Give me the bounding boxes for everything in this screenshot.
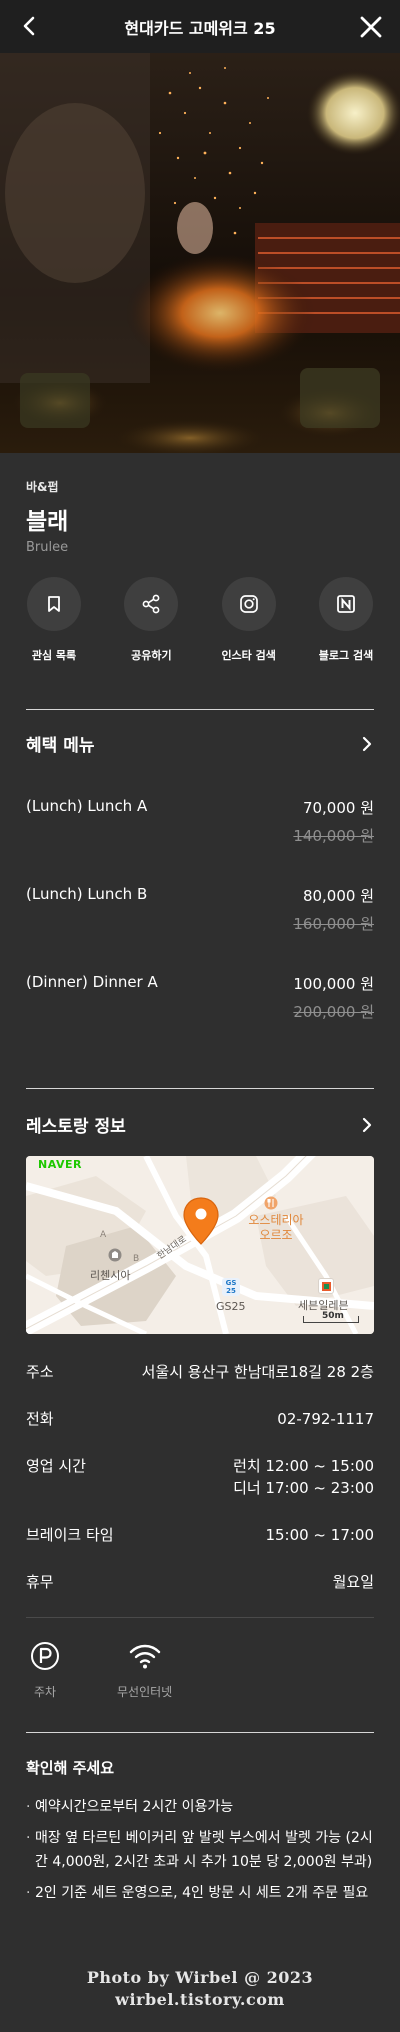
share-icon [142, 594, 160, 614]
bookmark-button-circle[interactable] [27, 577, 81, 631]
break-time-value: 15:00 ~ 17:00 [265, 1526, 374, 1544]
benefit-menu-title: 혜택 메뉴 [26, 736, 95, 756]
notice-item: 매장 옆 타르틴 베이커리 앞 발렛 부스에서 발렛 가능 (2시간 4,000… [26, 1826, 376, 1874]
amenity-wifi-label: 무선인터넷 [117, 1685, 173, 1699]
map-label-gs25: GS25 [216, 1300, 246, 1313]
address-label: 주소 [26, 1363, 54, 1381]
chevron-right-icon[interactable] [360, 736, 374, 752]
share-button[interactable]: 공유하기 [123, 577, 179, 663]
instagram-button-circle[interactable] [221, 577, 276, 631]
naver-blog-icon [337, 595, 355, 613]
location-pin-icon[interactable] [182, 1196, 220, 1246]
blog-button-circle[interactable] [318, 577, 373, 631]
map-poi-line2: 오르조 [259, 1228, 293, 1242]
menu-item-original-price: 200,000 원 [293, 1003, 374, 1021]
close-icon[interactable] [358, 14, 384, 40]
hours-label: 영업 시간 [26, 1457, 86, 1475]
menu-item-name: (Lunch) Lunch B [26, 885, 148, 903]
top-bar: 현대카드 고메위크 25 [0, 0, 400, 53]
page-title: 현대카드 고메위크 25 [124, 18, 276, 38]
amenity-parking: 주차 [30, 1641, 60, 1700]
blog-url-watermark: wirbel.tistory.com [115, 1990, 285, 2009]
bookmark-button[interactable]: 관심 목록 [26, 577, 82, 663]
restaurant-poi-icon [264, 1196, 278, 1210]
closed-day-value: 월요일 [332, 1573, 374, 1591]
map-marker-a: A [100, 1230, 107, 1240]
map-poi-line1: 오스테리아 [248, 1213, 304, 1227]
hero-photo [0, 53, 400, 453]
restaurant-info-section-header[interactable]: 레스토랑 정보 [26, 1112, 374, 1137]
parking-icon [31, 1642, 59, 1670]
seven-eleven-icon [318, 1278, 334, 1294]
menu-item-name: (Lunch) Lunch A [26, 797, 148, 815]
chevron-right-icon[interactable] [360, 1117, 374, 1133]
menu-item-name: (Dinner) Dinner A [26, 973, 158, 991]
back-arrow-icon[interactable] [18, 14, 42, 38]
section-divider [26, 1732, 374, 1733]
hours-value: 런치 12:00 ~ 15:00 디너 17:00 ~ 23:00 [233, 1455, 374, 1499]
photo-credit-watermark: Photo by Wirbel @ 2023 [86, 1968, 314, 1987]
hours-dinner: 디너 17:00 ~ 23:00 [233, 1479, 374, 1497]
menu-item-price: 100,000 원 [293, 975, 374, 993]
share-label: 공유하기 [131, 649, 172, 662]
menu-item-price: 70,000 원 [302, 799, 374, 817]
instagram-label: 인스타 검색 [221, 649, 276, 662]
map-provider-logo: NAVER [38, 1158, 82, 1171]
address-value[interactable]: 서울시 용산구 한남대로18길 28 2층 [142, 1361, 374, 1383]
instagram-search-button[interactable]: 인스타 검색 [221, 577, 277, 663]
restaurant-info-title: 레스토랑 정보 [26, 1117, 126, 1137]
map-poi-label: 오스테리아 오르조 [246, 1213, 306, 1243]
notice-item: 2인 기준 세트 운영으로, 4인 방문 시 세트 2개 주문 필요 [26, 1881, 376, 1905]
blog-search-button[interactable]: 블로그 검색 [318, 577, 374, 663]
amenity-wifi: 무선인터넷 [117, 1641, 172, 1700]
instagram-icon [239, 595, 258, 613]
action-bar: 관심 목록 공유하기 인스타 검색 블로그 검색 [26, 577, 374, 663]
category-label: 바&펍 [26, 480, 59, 494]
section-divider [26, 709, 374, 710]
location-map[interactable]: NAVER A 리첸시아 한남대로 B 오스테리아 오르조 GS 25 GS25… [26, 1156, 374, 1334]
bookmark-icon [48, 596, 60, 612]
notice-title: 확인해 주세요 [26, 1759, 115, 1777]
closed-day-label: 휴무 [26, 1573, 54, 1591]
notice-list: 예약시간으로부터 2시간 이용가능 매장 옆 타르틴 베이커리 앞 발렛 부스에… [26, 1795, 376, 1912]
amenity-parking-label: 주차 [33, 1685, 57, 1699]
menu-item-price: 80,000 원 [302, 887, 374, 905]
bookmark-label: 관심 목록 [31, 649, 77, 662]
break-time-label: 브레이크 타임 [26, 1526, 114, 1544]
section-divider [26, 1617, 374, 1618]
share-button-circle[interactable] [124, 577, 179, 631]
phone-value[interactable]: 02-792-1117 [277, 1408, 374, 1430]
benefit-menu-header[interactable]: 혜택 메뉴 [26, 731, 374, 756]
phone-label: 전화 [26, 1410, 54, 1428]
map-marker-b: B [133, 1254, 140, 1264]
hours-lunch: 런치 12:00 ~ 15:00 [233, 1457, 374, 1475]
map-label-richensia: 리첸시아 [90, 1269, 131, 1282]
menu-item-original-price: 160,000 원 [293, 915, 374, 933]
gs25-icon: GS 25 [222, 1278, 240, 1296]
section-divider [26, 1088, 374, 1089]
restaurant-info-header: 바&펍 블래 Brulee [26, 478, 374, 555]
blog-label: 블로그 검색 [318, 649, 374, 662]
wifi-icon [129, 1644, 160, 1669]
notice-item: 예약시간으로부터 2시간 이용가능 [26, 1795, 376, 1819]
menu-item-original-price: 140,000 원 [293, 827, 374, 845]
building-pin-icon [108, 1248, 122, 1262]
restaurant-name: 블래 [26, 509, 69, 535]
map-scale-label: 50m [322, 1311, 344, 1321]
restaurant-english-name: Brulee [26, 540, 69, 555]
